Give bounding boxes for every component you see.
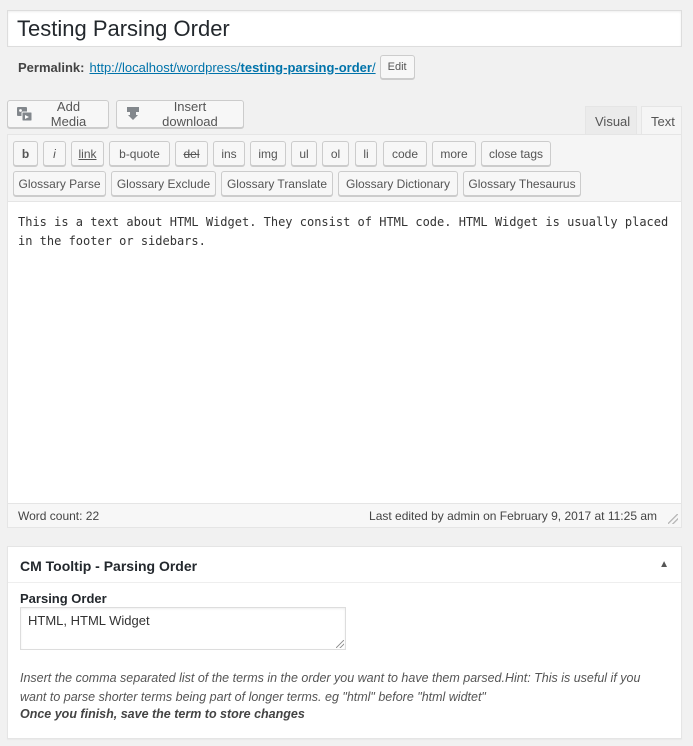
qt-ul-button[interactable]: ul <box>291 141 317 166</box>
metabox-title: CM Tooltip - Parsing Order <box>20 558 198 574</box>
metabox-header[interactable]: CM Tooltip - Parsing Order ▲ <box>8 547 681 583</box>
parsing-order-hint: Insert the comma separated list of the t… <box>20 671 641 704</box>
word-count: Word count: 22 <box>18 509 100 523</box>
qt-glossary-thesaurus-button[interactable]: Glossary Thesaurus <box>463 171 581 196</box>
qt-bold-button[interactable]: b <box>13 141 38 166</box>
media-icon <box>16 105 34 123</box>
qt-italic-button[interactable]: i <box>43 141 66 166</box>
qt-glossary-exclude-button[interactable]: Glossary Exclude <box>111 171 216 196</box>
editor-content[interactable]: This is a text about HTML Widget. They c… <box>18 213 673 251</box>
parsing-order-note: Once you finish, save the term to store … <box>20 707 305 721</box>
parsing-order-metabox: CM Tooltip - Parsing Order ▲ Parsing Ord… <box>7 546 682 739</box>
permalink-base: http://localhost/wordpress/ <box>89 59 241 75</box>
permalink-slug: testing-parsing-order <box>240 59 372 75</box>
permalink-label: Permalink: <box>18 59 85 75</box>
download-icon <box>125 105 142 123</box>
edit-permalink-button[interactable]: Edit <box>379 55 415 79</box>
qt-ins-button[interactable]: ins <box>213 141 245 166</box>
resize-handle-icon[interactable] <box>668 514 678 524</box>
permalink-link[interactable]: http://localhost/wordpress/testing-parsi… <box>89 60 375 75</box>
quicktags-toolbar: b i link b-quote del ins img ul ol li co… <box>8 135 681 202</box>
textarea-resize-icon[interactable] <box>336 640 344 648</box>
post-title-wrap <box>7 10 682 47</box>
permalink-trailing: / <box>371 59 376 75</box>
add-media-button[interactable]: Add Media <box>7 99 109 129</box>
insert-download-button[interactable]: Insert download <box>116 99 244 129</box>
qt-code-button[interactable]: code <box>383 141 427 166</box>
qt-del-button[interactable]: del <box>175 141 208 166</box>
tab-text[interactable]: Text <box>641 106 682 135</box>
add-media-label: Add Media <box>50 99 87 129</box>
text-editor: b i link b-quote del ins img ul ol li co… <box>7 134 682 528</box>
last-edited: Last edited by admin on February 9, 2017… <box>369 509 657 523</box>
parsing-order-field[interactable]: HTML, HTML Widget <box>20 607 346 650</box>
triangle-up-icon[interactable]: ▲ <box>659 559 669 570</box>
qt-close-tags-button[interactable]: close tags <box>481 141 551 166</box>
qt-ol-button[interactable]: ol <box>322 141 349 166</box>
qt-glossary-dictionary-button[interactable]: Glossary Dictionary <box>338 171 458 196</box>
insert-download-label: Insert download <box>162 99 218 129</box>
qt-glossary-parse-button[interactable]: Glossary Parse <box>13 171 106 196</box>
tab-visual[interactable]: Visual <box>585 106 637 135</box>
qt-more-button[interactable]: more <box>432 141 476 166</box>
qt-li-button[interactable]: li <box>355 141 377 166</box>
parsing-order-label: Parsing Order <box>20 591 107 606</box>
qt-glossary-translate-button[interactable]: Glossary Translate <box>221 171 333 196</box>
qt-img-button[interactable]: img <box>250 141 286 166</box>
editor-status-bar: Word count: 22 Last edited by admin on F… <box>8 503 681 527</box>
post-title-input[interactable] <box>8 11 681 46</box>
qt-link-button[interactable]: link <box>71 141 104 166</box>
qt-bquote-button[interactable]: b-quote <box>109 141 170 166</box>
permalink-row: Permalink: http://localhost/wordpress/te… <box>18 55 415 79</box>
